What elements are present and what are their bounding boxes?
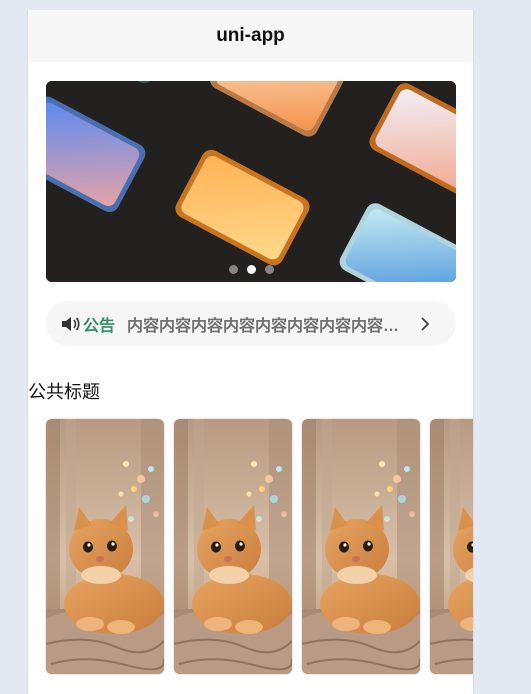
chevron-right-icon[interactable] bbox=[419, 316, 431, 332]
cat-photo bbox=[302, 419, 420, 674]
swiper-dot[interactable] bbox=[228, 265, 238, 274]
phone-screen: uni-app 公告 内容内容内容内容内容内容内容内容内容 公共标题 bbox=[27, 10, 474, 694]
swiper-indicator bbox=[46, 265, 456, 274]
card-list bbox=[46, 419, 474, 674]
banner-swiper[interactable] bbox=[46, 81, 456, 282]
navbar: uni-app bbox=[28, 10, 473, 62]
section-title: 公共标题 bbox=[28, 382, 100, 402]
card-item[interactable] bbox=[302, 419, 420, 674]
notice-bar[interactable]: 公告 内容内容内容内容内容内容内容内容内容 bbox=[46, 301, 456, 346]
swiper-dot[interactable] bbox=[264, 265, 274, 274]
card-item[interactable] bbox=[430, 419, 474, 674]
card-item[interactable] bbox=[46, 419, 164, 674]
swiper-dot-active[interactable] bbox=[246, 265, 256, 274]
notice-text: 内容内容内容内容内容内容内容内容内容 bbox=[127, 317, 410, 335]
page-title: uni-app bbox=[216, 25, 285, 46]
cat-photo bbox=[46, 419, 164, 674]
cat-photo bbox=[430, 419, 474, 674]
cat-photo bbox=[174, 419, 292, 674]
phones-banner-image bbox=[46, 81, 456, 282]
card-item[interactable] bbox=[174, 419, 292, 674]
speaker-icon bbox=[62, 316, 80, 331]
notice-tag: 公告 bbox=[83, 317, 116, 335]
